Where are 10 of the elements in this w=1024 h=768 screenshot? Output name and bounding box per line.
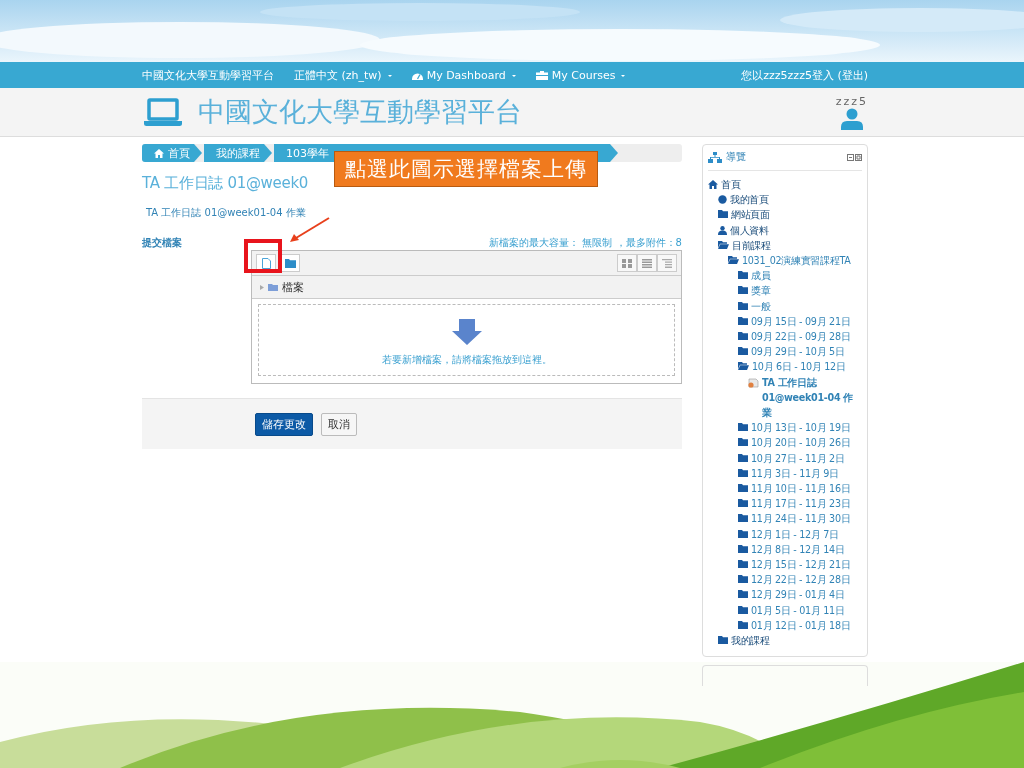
drop-hint: 若要新增檔案，請將檔案拖放到這裡。 xyxy=(381,353,552,367)
site-title: 中國文化大學互動學習平台 xyxy=(198,95,523,129)
assignment-description: TA 工作日誌 01@week01-04 作業 xyxy=(146,206,307,220)
user-name: zzz5 xyxy=(835,94,868,108)
field-label: 提交檔案 xyxy=(142,236,183,250)
file-limits: 新檔案的最大容量： 無限制 ，最多附件：8 xyxy=(488,236,682,250)
login-status: 您以zzz5zzz5登入 (登出) xyxy=(741,67,868,83)
page-title: TA 工作日誌 01@week0 xyxy=(142,174,310,193)
block-title: 導覽 xyxy=(726,150,746,164)
callout-tooltip: 點選此圖示選擇檔案上傳 xyxy=(334,151,598,187)
